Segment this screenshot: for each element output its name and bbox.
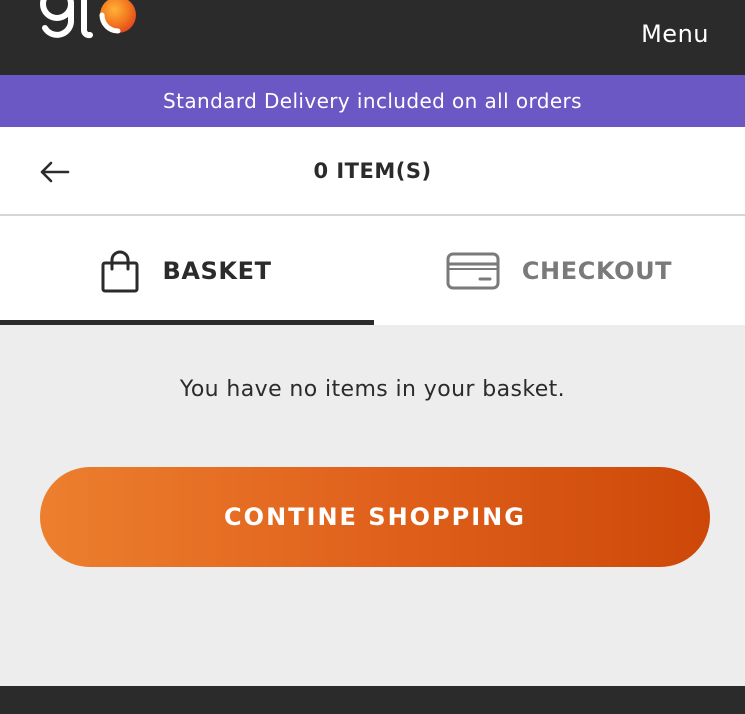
basket-checkout-tabs: BASKET CHECKOUT [0,216,745,325]
item-count: 0 ITEM(S) [313,159,432,183]
tab-checkout[interactable]: CHECKOUT [373,216,745,325]
shopping-bag-icon [101,250,139,292]
glo-logo[interactable] [40,0,150,54]
continue-shopping-label: CONTINE SHOPPING [224,503,526,531]
tab-label-basket: BASKET [162,256,272,285]
delivery-promo-banner: Standard Delivery included on all orders [0,75,745,127]
basket-content: You have no items in your basket. CONTIN… [0,325,745,686]
promo-text: Standard Delivery included on all orders [163,89,582,113]
empty-basket-message: You have no items in your basket. [179,377,566,402]
top-navigation-bar: Menu [0,0,745,75]
tab-basket[interactable]: BASKET [0,216,372,325]
tab-label-checkout: CHECKOUT [521,256,673,285]
menu-button[interactable]: Menu [641,20,709,48]
footer [0,686,745,714]
basket-header: 0 ITEM(S) [0,127,745,216]
credit-card-icon [446,252,500,289]
continue-shopping-button[interactable]: CONTINE SHOPPING [40,467,710,567]
